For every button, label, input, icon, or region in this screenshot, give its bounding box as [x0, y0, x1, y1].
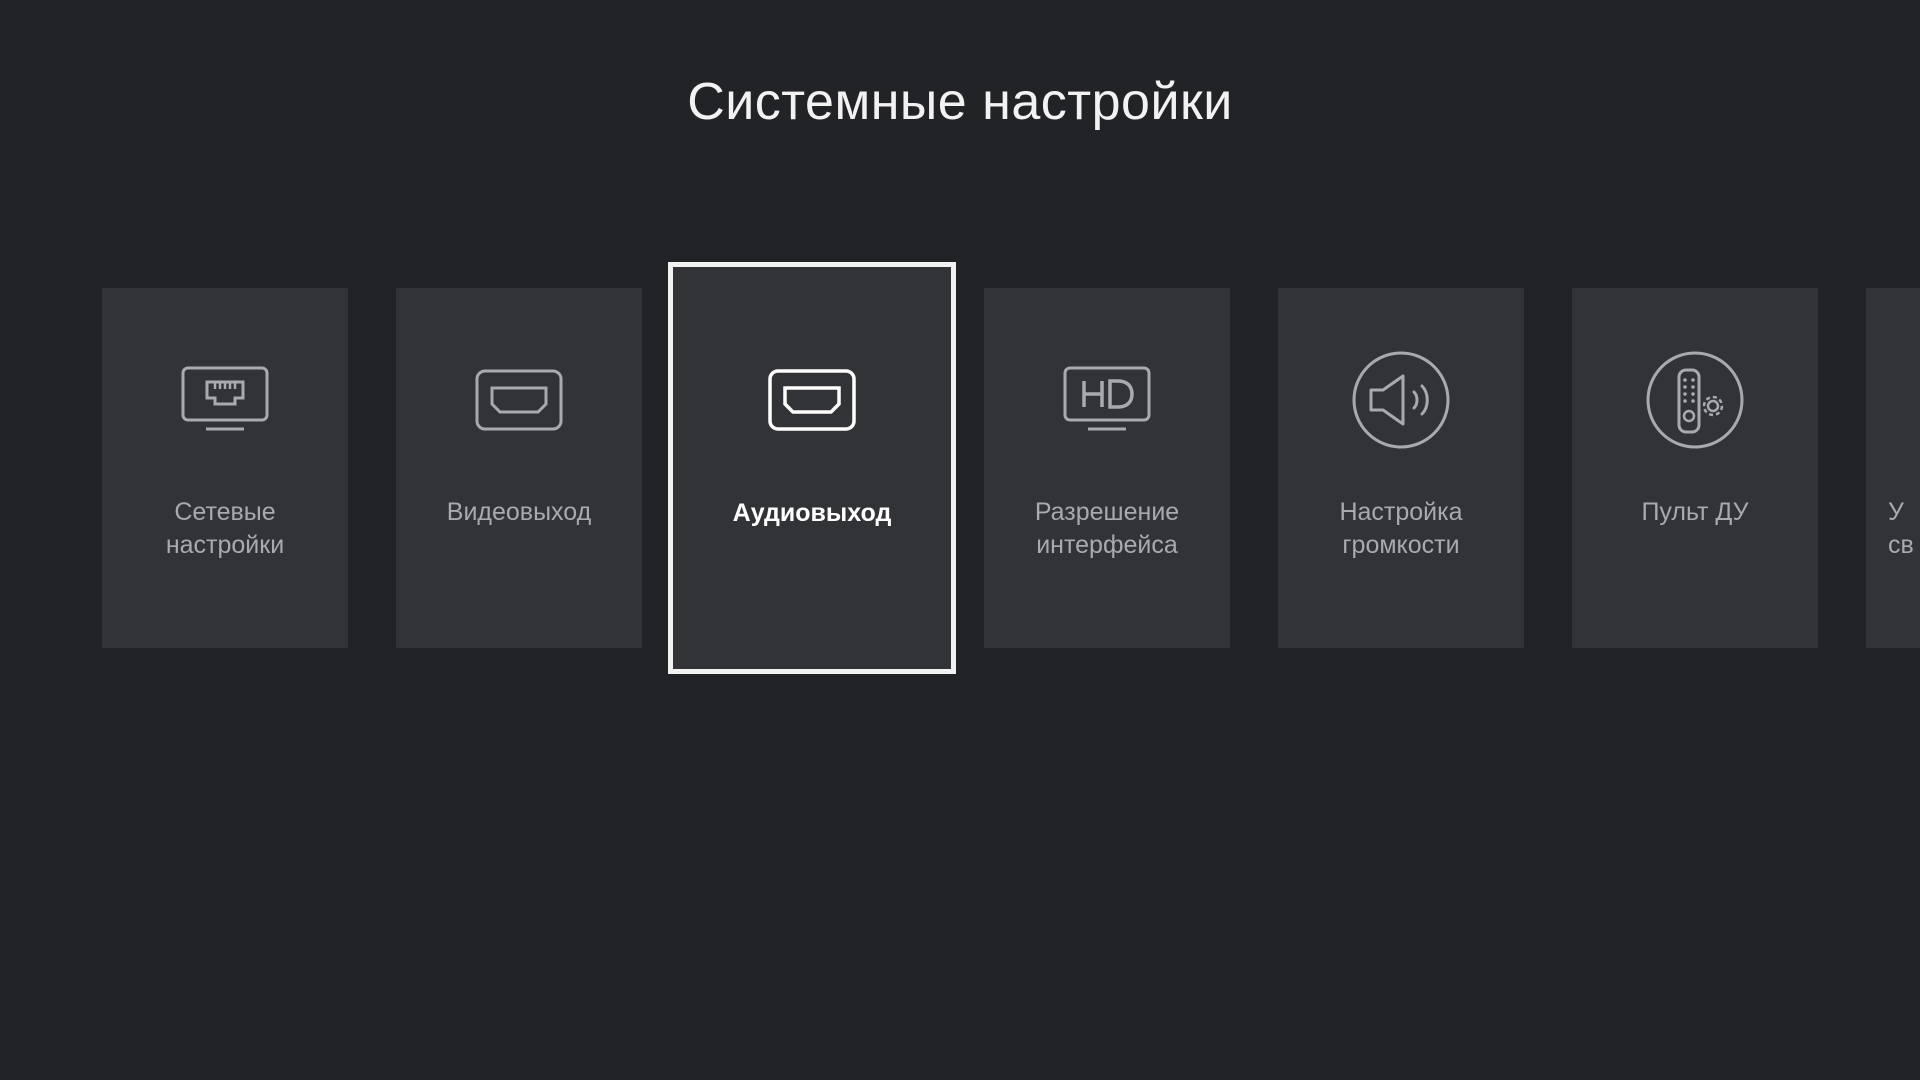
tile-volume-settings[interactable]: Настройка громкости [1278, 288, 1524, 648]
settings-tiles-row: Сетевые настройки Видеовыход Аудиовыход [0, 0, 1920, 1080]
tile-partial[interactable]: У св [1866, 288, 1920, 648]
tile-interface-resolution[interactable]: Разрешение интерфейса [984, 288, 1230, 648]
remote-gear-icon [1572, 350, 1818, 450]
tile-remote-label: Пульт ДУ [1641, 498, 1749, 526]
ethernet-monitor-icon [102, 350, 348, 450]
tile-network-label: Сетевые настройки [165, 498, 285, 559]
tile-resolution-label: Разрешение интерфейса [1034, 498, 1180, 559]
tile-volume-label: Настройка громкости [1339, 498, 1463, 559]
tile-partial-label: У св [1888, 498, 1914, 559]
tile-network-settings[interactable]: Сетевые настройки [102, 288, 348, 648]
speaker-icon [1278, 350, 1524, 450]
hdmi-port-icon [396, 350, 642, 450]
tile-video-label: Видеовыход [446, 498, 592, 526]
tile-audio-output[interactable]: Аудиовыход [668, 262, 956, 674]
tile-video-output[interactable]: Видеовыход [396, 288, 642, 648]
tile-audio-label: Аудиовыход [732, 499, 892, 527]
system-settings-screen: Системные настройки Сетевые настройки Ви… [0, 0, 1920, 1080]
hdmi-port-icon [673, 350, 951, 450]
tile-remote-control[interactable]: Пульт ДУ [1572, 288, 1818, 648]
hd-monitor-icon [984, 350, 1230, 450]
